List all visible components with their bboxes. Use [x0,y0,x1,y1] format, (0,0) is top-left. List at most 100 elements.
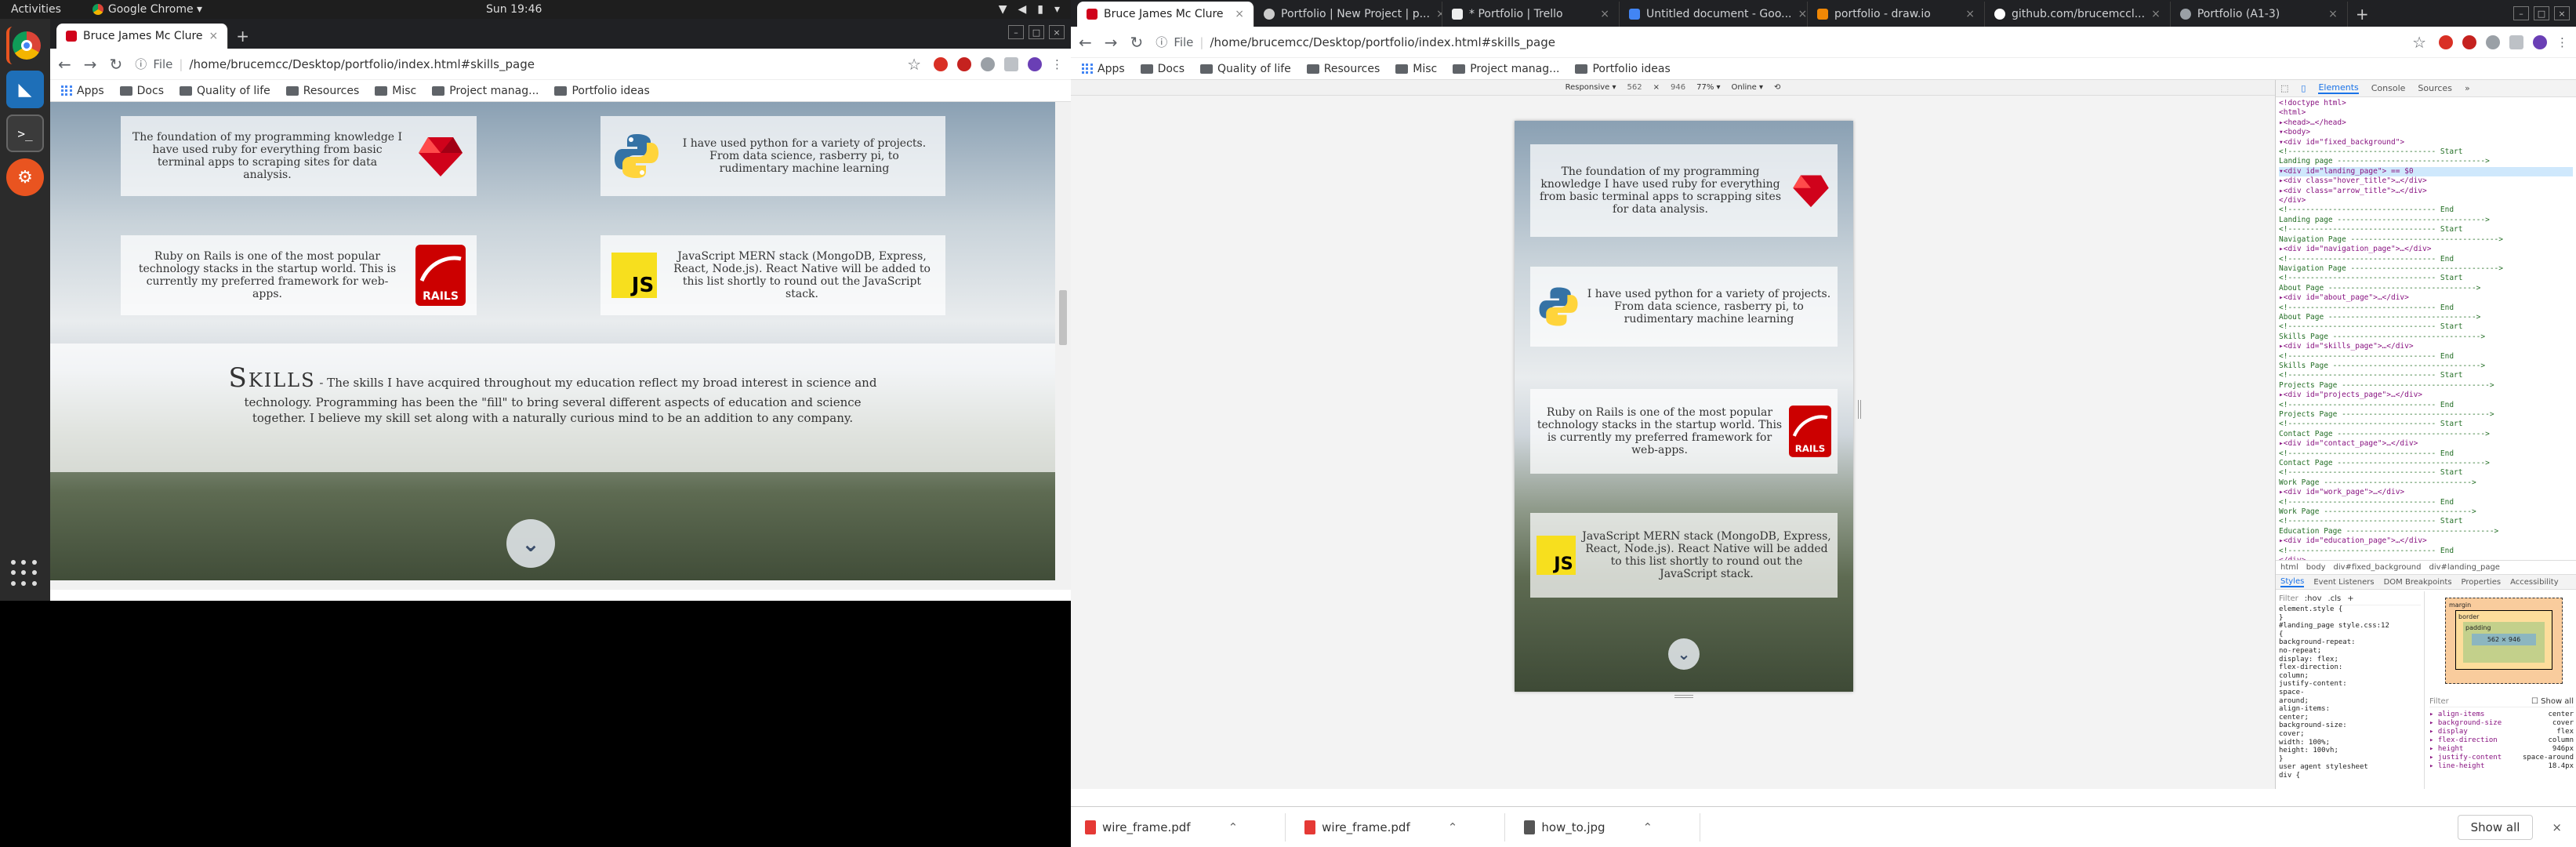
adblock-icon[interactable] [957,56,971,71]
style-declaration[interactable]: display: flex; [2279,656,2421,664]
vscode-launcher[interactable]: ◣ [6,71,44,108]
tab-portfolio[interactable]: Bruce James Mc Clure × [56,24,229,49]
bookmark-docs[interactable]: Docs [1140,63,1185,75]
computed-property[interactable]: ▸ flex-direction column [2429,736,2574,745]
tab-drawio[interactable]: portfolio - draw.io × [1808,2,1985,27]
subtab-accessibility[interactable]: Accessibility [2510,578,2559,587]
dom-node-line[interactable]: Projects Page --------------------------… [2279,381,2573,391]
dom-node-line[interactable]: ▸<div id="projects_page">…</div> [2279,391,2573,400]
extension-square-icon[interactable] [2509,35,2523,49]
tab-portfolio-a1-3[interactable]: Portfolio (A1-3) × [2171,2,2348,27]
computed-property[interactable]: ▸ background-size cover [2429,719,2574,728]
dom-node-line[interactable]: ▸<div id="contact_page">…</div> [2279,439,2573,449]
download-item[interactable]: wire_frame.pdf ⌃ [1304,812,1506,842]
close-icon[interactable]: × [1798,8,1808,20]
cls-toggle[interactable]: .cls [2328,594,2342,603]
close-icon[interactable]: × [1436,8,1442,20]
close-icon[interactable]: × [2552,820,2562,834]
dom-node-line[interactable]: Navigation Page ------------------------… [2279,235,2573,245]
reload-icon[interactable]: ↻ [110,55,123,74]
dom-node-line[interactable]: <!--------------------------------- Star… [2279,225,2573,234]
style-declaration[interactable]: { [2279,631,2421,639]
back-icon[interactable]: ← [58,55,71,74]
style-declaration[interactable]: width: 100%; [2279,739,2421,747]
dom-node-line[interactable]: Skills Page ----------------------------… [2279,333,2573,342]
style-declaration[interactable]: align-items: [2279,705,2421,714]
dom-node-line[interactable]: Landing page ---------------------------… [2279,157,2573,166]
menu-dots-icon[interactable]: ⋮ [2556,35,2568,49]
device-height-input[interactable]: 946 [1671,83,1685,92]
bookmark-misc[interactable]: Misc [1395,63,1437,75]
dom-tree[interactable]: <!doctype html> <html> ▸<head>…</head> ▾<… [2276,97,2576,560]
dom-node-line[interactable]: Contact Page ---------------------------… [2279,430,2573,439]
dom-node-line[interactable]: Work Page ------------------------------… [2279,507,2573,517]
dom-node-line[interactable]: Work Page ------------------------------… [2279,478,2573,488]
breadcrumb-item[interactable]: html [2280,563,2298,572]
dom-node-line[interactable]: Landing page ---------------------------… [2279,216,2573,225]
device-mode-select[interactable]: Responsive ▾ [1566,83,1616,92]
rotate-icon[interactable]: ⟲ [1774,83,1780,92]
dom-node-line[interactable]: </div> [2279,196,2573,205]
horizontal-scrollbar[interactable] [50,580,1055,590]
devtools-tab-console[interactable]: Console [2371,83,2406,93]
breadcrumb-item[interactable]: body [2306,563,2326,572]
bookmark-apps[interactable]: Apps [1082,63,1125,75]
back-icon[interactable]: ← [1079,33,1092,52]
new-tab-button[interactable]: + [228,24,257,49]
dom-node-line[interactable]: <!--------------------------------- Star… [2279,517,2573,526]
address-bar[interactable]: ⓘ File | /home/brucemcc/Desktop/portfoli… [1156,34,2400,50]
style-declaration[interactable]: around; [2279,697,2421,706]
dom-node-line[interactable]: Skills Page ----------------------------… [2279,362,2573,371]
style-declaration[interactable]: } [2279,755,2421,764]
zoom-select[interactable]: 77% ▾ [1696,83,1720,92]
new-tab-button[interactable]: + [2348,2,2377,27]
dom-node-line[interactable]: ▸<div id="navigation_page">…</div> [2279,245,2573,254]
dom-node-line[interactable]: Navigation Page ------------------------… [2279,264,2573,274]
device-toggle-icon[interactable]: ▯ [2301,83,2306,93]
dom-node-line[interactable]: <!--------------------------------- End [2279,255,2573,264]
style-declaration[interactable]: #landing_page style.css:12 [2279,622,2421,631]
dom-node-line[interactable]: <!--------------------------------- End [2279,205,2573,215]
close-icon[interactable]: × [2151,8,2161,20]
settings-launcher[interactable]: ⚙ [6,158,44,196]
subtab-event-listeners[interactable]: Event Listeners [2313,578,2374,587]
tab-github[interactable]: github.com/brucemccl... × [1985,2,2171,27]
extension-grey-icon[interactable] [981,56,995,71]
bookmark-quality-of-life[interactable]: Quality of life [180,85,270,97]
chrome-launcher[interactable] [6,27,44,64]
dom-node-line[interactable]: <!--------------------------------- End [2279,304,2573,313]
tab-portfolio[interactable]: Bruce James Mc Clure × [1077,2,1254,27]
adblock-icon[interactable] [2462,35,2476,49]
computed-filter-input[interactable]: Filter [2429,697,2449,706]
add-rule-button[interactable]: + [2347,594,2353,603]
download-item[interactable]: how_to.jpg ⌃ [1524,812,1701,842]
resize-handle-bottom[interactable] [1674,695,1693,698]
computed-properties[interactable]: ▸ align-items center ▸ background-size cove… [2429,711,2574,789]
bookmark-docs[interactable]: Docs [119,85,164,97]
subtab-properties[interactable]: Properties [2462,578,2502,587]
extension-red-icon[interactable] [934,56,948,71]
dom-node-line[interactable]: <!--------------------------------- Star… [2279,468,2573,478]
style-declaration[interactable]: flex-direction: [2279,663,2421,672]
dom-node-line[interactable]: Projects Page --------------------------… [2279,410,2573,420]
dom-node-line[interactable]: ▾<body> [2279,128,2573,137]
reload-icon[interactable]: ↻ [1130,33,1144,52]
resize-handle-right[interactable] [1858,400,1861,419]
dom-node-line[interactable]: Contact Page ---------------------------… [2279,459,2573,468]
chevron-up-icon[interactable]: ⌃ [1643,820,1653,834]
style-declaration[interactable]: } [2279,614,2421,623]
network-select[interactable]: Online ▾ [1732,83,1763,92]
subtab-styles[interactable]: Styles [2280,577,2305,587]
breadcrumb-item[interactable]: div#fixed_background [2334,563,2422,572]
show-all-checkbox[interactable]: ☐ Show all [2531,697,2574,706]
dom-node-line[interactable]: <!--------------------------------- Star… [2279,147,2573,157]
bookmark-resources[interactable]: Resources [1306,63,1380,75]
show-applications-icon[interactable] [11,560,38,587]
style-declaration[interactable]: justify-content: [2279,680,2421,689]
dom-node-line[interactable]: ▸<div class="hover_title">…</div> [2279,176,2573,186]
download-item[interactable]: wire_frame.pdf ⌃ [1085,812,1286,842]
dom-node-line[interactable]: <!--------------------------------- End [2279,401,2573,410]
scroll-down-button[interactable]: ⌄ [1668,638,1700,670]
profile-avatar[interactable] [2533,35,2547,49]
activities-button[interactable]: Activities [11,3,61,16]
